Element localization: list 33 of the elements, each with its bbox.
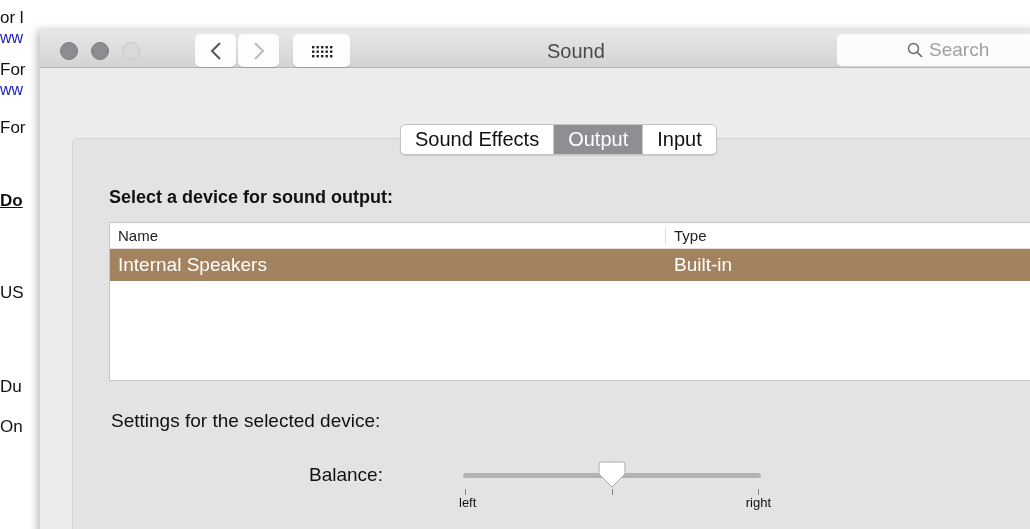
tick-mark bbox=[611, 489, 613, 495]
chevron-right-icon bbox=[252, 41, 265, 60]
page-text: For bbox=[0, 60, 27, 80]
page-text: Du bbox=[0, 377, 23, 397]
link-text[interactable]: ww bbox=[0, 80, 40, 100]
search-icon bbox=[907, 42, 923, 58]
page-text: or l bbox=[0, 8, 25, 28]
tick-mark bbox=[758, 489, 759, 495]
window-title: Sound bbox=[547, 40, 605, 63]
minimize-button[interactable] bbox=[91, 42, 109, 60]
chevron-left-icon bbox=[209, 41, 222, 60]
page-text: For bbox=[0, 118, 27, 138]
close-button[interactable] bbox=[60, 42, 78, 60]
search-field[interactable]: Search bbox=[837, 34, 1030, 66]
heading-text: Do bbox=[0, 191, 24, 211]
table-cell-text: Internal Speakers bbox=[117, 254, 268, 276]
table-cell-text: Built-in bbox=[673, 254, 733, 276]
table-row[interactable]: Internal Speakers Built-in bbox=[110, 249, 1030, 281]
page-text: On bbox=[0, 417, 24, 437]
column-header[interactable]: Name bbox=[110, 227, 666, 244]
column-header[interactable]: Type bbox=[666, 227, 707, 244]
tab[interactable]: Sound Effects bbox=[401, 125, 554, 154]
back-button[interactable] bbox=[195, 34, 236, 67]
section-heading: Select a device for sound output: bbox=[109, 187, 395, 208]
slider-thumb[interactable] bbox=[597, 460, 627, 490]
link-text[interactable]: ww bbox=[0, 28, 40, 48]
show-all-button[interactable] bbox=[293, 34, 350, 67]
settings-label: Settings for the selected device: bbox=[111, 410, 382, 432]
tick-mark bbox=[465, 489, 466, 495]
tab[interactable]: Input bbox=[642, 125, 716, 154]
slider-min-label: left bbox=[459, 496, 477, 510]
page-text: US bbox=[0, 283, 25, 303]
slider-max-label: right bbox=[745, 496, 771, 510]
